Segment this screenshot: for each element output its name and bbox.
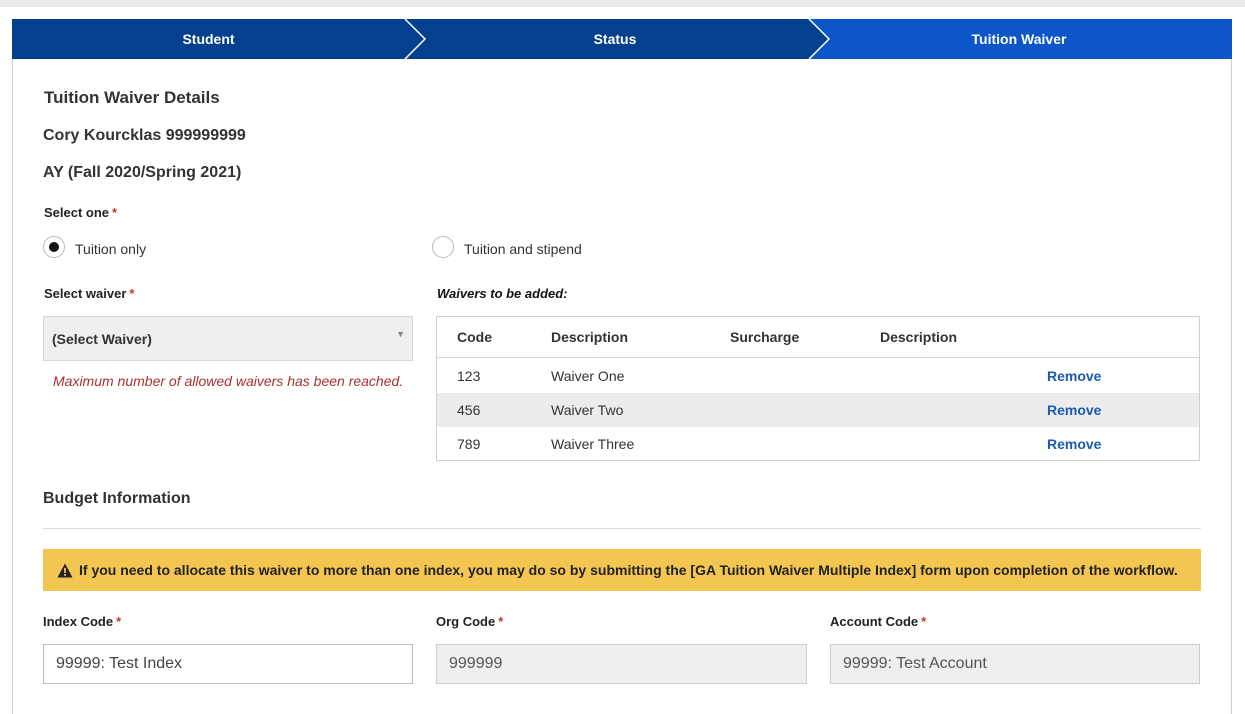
- select-waiver-value: (Select Waiver): [52, 331, 152, 347]
- top-strip: [0, 0, 1245, 7]
- waiver-code: 123: [457, 368, 481, 384]
- table-header-row: Code Description Surcharge Description: [437, 317, 1199, 358]
- waivers-table: Code Description Surcharge Description 1…: [436, 316, 1200, 461]
- table-row: 789 Waiver Three Remove: [437, 427, 1199, 461]
- required-asterisk: *: [921, 614, 927, 629]
- index-code-label: Index Code *: [43, 614, 121, 629]
- column-header-description: Description: [551, 329, 629, 345]
- wizard-stepper: Student Status Tuition Waiver: [12, 19, 1232, 59]
- index-code-label-text: Index Code: [43, 614, 114, 629]
- waiver-description: Waiver Three: [551, 436, 635, 452]
- select-one-label: Select one *: [44, 205, 117, 220]
- radio-tuition-only-label: Tuition only: [75, 241, 147, 257]
- table-row: 123 Waiver One Remove: [437, 359, 1199, 393]
- warning-text: If you need to allocate this waiver to m…: [79, 562, 1178, 578]
- column-header-surcharge: Surcharge: [730, 329, 800, 345]
- radio-tuition-only[interactable]: Tuition only: [43, 236, 146, 258]
- waiver-limit-error: Maximum number of allowed waivers has be…: [53, 373, 404, 389]
- waiver-description: Waiver One: [551, 368, 625, 384]
- select-one-label-text: Select one: [44, 205, 110, 220]
- caret-down-icon: ▼: [396, 329, 405, 339]
- select-waiver-dropdown[interactable]: (Select Waiver) ▼: [43, 316, 413, 361]
- account-code-input[interactable]: [830, 644, 1200, 684]
- radio-button-unchecked[interactable]: [432, 236, 454, 258]
- waivers-table-title: Waivers to be added:: [437, 286, 568, 301]
- index-code-input[interactable]: [43, 644, 413, 684]
- remove-waiver-link[interactable]: Remove: [1047, 427, 1101, 461]
- waiver-code: 789: [457, 436, 481, 452]
- column-header-description-2: Description: [880, 329, 958, 345]
- section-divider: [43, 528, 1201, 529]
- remove-waiver-link[interactable]: Remove: [1047, 359, 1101, 393]
- required-asterisk: *: [116, 614, 122, 629]
- radio-button-checked[interactable]: [43, 236, 65, 258]
- step-student[interactable]: Student: [12, 19, 405, 59]
- required-asterisk: *: [498, 614, 504, 629]
- warning-triangle-icon: [57, 563, 73, 578]
- waiver-code: 456: [457, 402, 481, 418]
- column-header-code: Code: [457, 329, 492, 345]
- required-asterisk: *: [129, 286, 135, 301]
- step-status[interactable]: Status: [415, 19, 815, 59]
- account-code-label: Account Code *: [830, 614, 926, 629]
- academic-year: AY (Fall 2020/Spring 2021): [43, 164, 242, 181]
- table-row: 456 Waiver Two Remove: [437, 393, 1199, 427]
- select-waiver-label: Select waiver *: [44, 286, 134, 301]
- student-info: Cory Kourcklas 999999999: [43, 127, 246, 144]
- remove-waiver-link[interactable]: Remove: [1047, 393, 1101, 427]
- radio-tuition-and-stipend[interactable]: Tuition and stipend: [432, 236, 582, 258]
- page-title: Tuition Waiver Details: [44, 88, 220, 107]
- multiple-index-warning: If you need to allocate this waiver to m…: [43, 549, 1201, 591]
- select-waiver-label-text: Select waiver: [44, 286, 127, 301]
- org-code-input[interactable]: [436, 644, 807, 684]
- org-code-label: Org Code *: [436, 614, 503, 629]
- waiver-description: Waiver Two: [551, 402, 624, 418]
- required-asterisk: *: [112, 205, 118, 220]
- account-code-label-text: Account Code: [830, 614, 919, 629]
- budget-section-title: Budget Information: [43, 490, 191, 507]
- org-code-label-text: Org Code: [436, 614, 496, 629]
- step-tuition-waiver[interactable]: Tuition Waiver: [819, 19, 1219, 59]
- radio-tuition-and-stipend-label: Tuition and stipend: [464, 241, 582, 257]
